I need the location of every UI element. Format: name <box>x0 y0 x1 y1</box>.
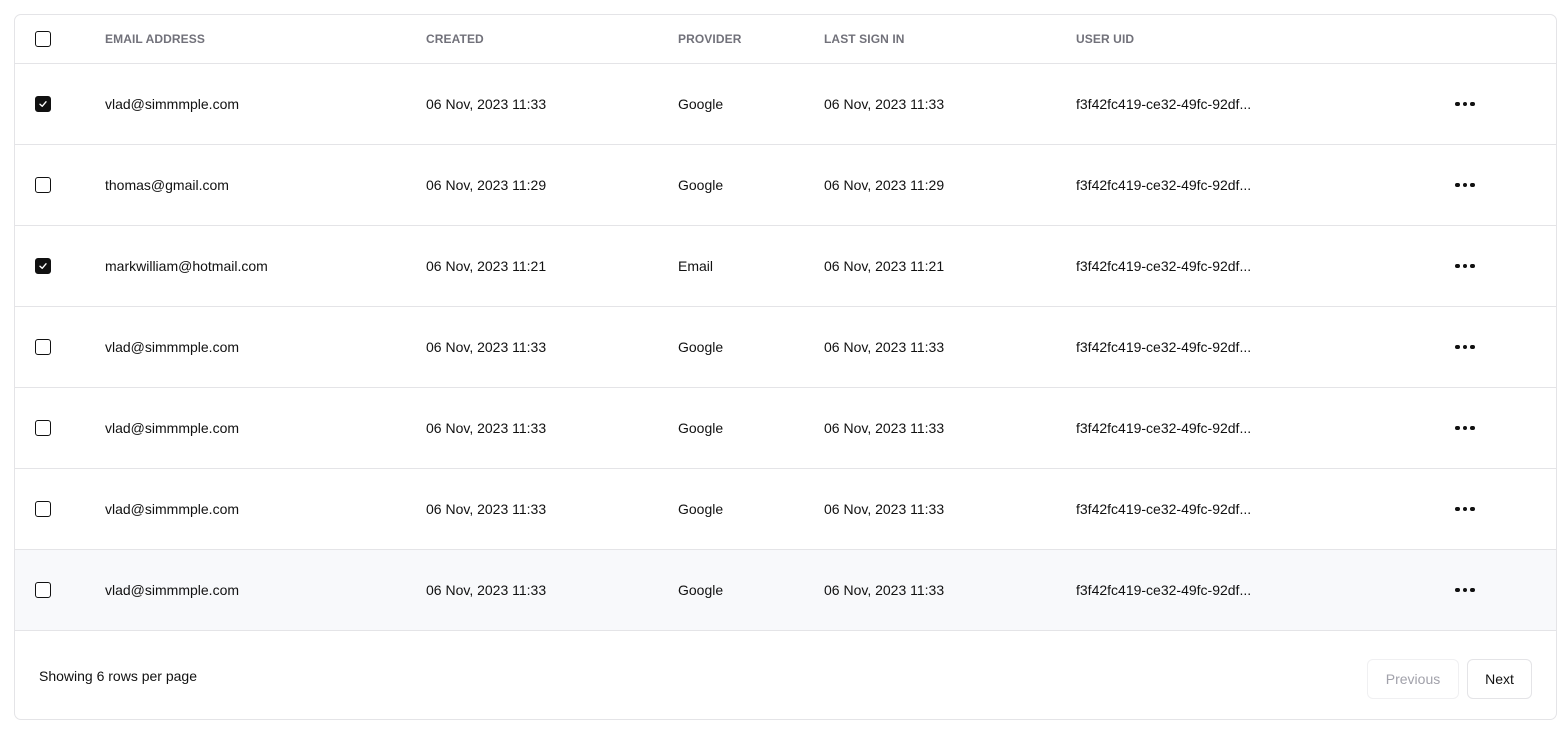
more-horizontal-icon <box>1455 344 1475 350</box>
more-horizontal-icon <box>1455 506 1475 512</box>
user-uid-cell: f3f42fc419-ce32-49fc-92df... <box>1076 339 1252 355</box>
provider-cell: Google <box>678 501 724 517</box>
rows-per-page-summary: Showing 6 rows per page <box>39 668 197 684</box>
last-sign-in-cell: 06 Nov, 2023 11:29 <box>824 177 945 193</box>
created-cell: 06 Nov, 2023 11:29 <box>426 177 547 193</box>
table-row[interactable]: vlad@simmmple.com 06 Nov, 2023 11:33 Goo… <box>15 469 1556 550</box>
created-cell: 06 Nov, 2023 11:33 <box>426 339 547 355</box>
more-horizontal-icon <box>1455 587 1475 593</box>
table-row[interactable]: vlad@simmmple.com 06 Nov, 2023 11:33 Goo… <box>15 307 1556 388</box>
row-actions-button[interactable] <box>1451 256 1479 276</box>
last-sign-in-cell: 06 Nov, 2023 11:33 <box>824 339 945 355</box>
user-uid-cell: f3f42fc419-ce32-49fc-92df... <box>1076 501 1252 517</box>
email-cell: vlad@simmmple.com <box>105 420 240 436</box>
last-sign-in-cell: 06 Nov, 2023 11:33 <box>824 96 945 112</box>
row-select-checkbox[interactable] <box>35 582 51 598</box>
row-actions-button[interactable] <box>1451 337 1479 357</box>
row-select-checkbox[interactable] <box>35 96 51 112</box>
created-cell: 06 Nov, 2023 11:21 <box>426 258 547 274</box>
email-cell: markwilliam@hotmail.com <box>105 258 268 274</box>
next-page-button[interactable]: Next <box>1467 659 1532 699</box>
row-select-checkbox[interactable] <box>35 258 51 274</box>
row-actions-button[interactable] <box>1451 175 1479 195</box>
table-header: EMAIL ADDRESS CREATED PROVIDER LAST SIGN… <box>15 15 1556 64</box>
column-header-email[interactable]: EMAIL ADDRESS <box>105 15 205 63</box>
more-horizontal-icon <box>1455 425 1475 431</box>
row-actions-button[interactable] <box>1451 580 1479 600</box>
provider-cell: Google <box>678 582 724 598</box>
more-horizontal-icon <box>1455 263 1475 269</box>
table-row[interactable]: markwilliam@hotmail.com 06 Nov, 2023 11:… <box>15 226 1556 307</box>
last-sign-in-cell: 06 Nov, 2023 11:33 <box>824 420 945 436</box>
more-horizontal-icon <box>1455 182 1475 188</box>
row-select-checkbox[interactable] <box>35 420 51 436</box>
email-cell: thomas@gmail.com <box>105 177 229 193</box>
user-uid-cell: f3f42fc419-ce32-49fc-92df... <box>1076 96 1252 112</box>
user-uid-cell: f3f42fc419-ce32-49fc-92df... <box>1076 177 1252 193</box>
email-cell: vlad@simmmple.com <box>105 96 240 112</box>
table-row[interactable]: vlad@simmmple.com 06 Nov, 2023 11:33 Goo… <box>15 550 1556 631</box>
column-header-user-uid[interactable]: USER UID <box>1076 15 1134 63</box>
created-cell: 06 Nov, 2023 11:33 <box>426 501 547 517</box>
check-icon <box>39 263 47 269</box>
user-uid-cell: f3f42fc419-ce32-49fc-92df... <box>1076 582 1252 598</box>
more-horizontal-icon <box>1455 101 1475 107</box>
row-actions-button[interactable] <box>1451 94 1479 114</box>
provider-cell: Google <box>678 420 724 436</box>
created-cell: 06 Nov, 2023 11:33 <box>426 582 547 598</box>
column-header-provider[interactable]: PROVIDER <box>678 15 741 63</box>
row-select-checkbox[interactable] <box>35 339 51 355</box>
created-cell: 06 Nov, 2023 11:33 <box>426 96 547 112</box>
user-uid-cell: f3f42fc419-ce32-49fc-92df... <box>1076 420 1252 436</box>
row-select-checkbox[interactable] <box>35 177 51 193</box>
last-sign-in-cell: 06 Nov, 2023 11:33 <box>824 501 945 517</box>
table-row[interactable]: vlad@simmmple.com 06 Nov, 2023 11:33 Goo… <box>15 64 1556 145</box>
email-cell: vlad@simmmple.com <box>105 339 240 355</box>
row-select-checkbox[interactable] <box>35 501 51 517</box>
provider-cell: Email <box>678 258 714 274</box>
email-cell: vlad@simmmple.com <box>105 501 240 517</box>
provider-cell: Google <box>678 339 724 355</box>
row-actions-button[interactable] <box>1451 499 1479 519</box>
table-row[interactable]: vlad@simmmple.com 06 Nov, 2023 11:33 Goo… <box>15 388 1556 469</box>
column-header-created[interactable]: CREATED <box>426 15 484 63</box>
email-cell: vlad@simmmple.com <box>105 582 240 598</box>
select-all-checkbox[interactable] <box>35 31 51 47</box>
column-header-last-sign-in[interactable]: LAST SIGN IN <box>824 15 905 63</box>
provider-cell: Google <box>678 96 724 112</box>
provider-cell: Google <box>678 177 724 193</box>
previous-page-button[interactable]: Previous <box>1367 659 1459 699</box>
created-cell: 06 Nov, 2023 11:33 <box>426 420 547 436</box>
check-icon <box>39 101 47 107</box>
users-table-card: EMAIL ADDRESS CREATED PROVIDER LAST SIGN… <box>14 14 1557 720</box>
last-sign-in-cell: 06 Nov, 2023 11:21 <box>824 258 945 274</box>
row-actions-button[interactable] <box>1451 418 1479 438</box>
user-uid-cell: f3f42fc419-ce32-49fc-92df... <box>1076 258 1252 274</box>
table-row[interactable]: thomas@gmail.com 06 Nov, 2023 11:29 Goog… <box>15 145 1556 226</box>
last-sign-in-cell: 06 Nov, 2023 11:33 <box>824 582 945 598</box>
table-footer: Showing 6 rows per page Previous Next <box>15 631 1556 719</box>
